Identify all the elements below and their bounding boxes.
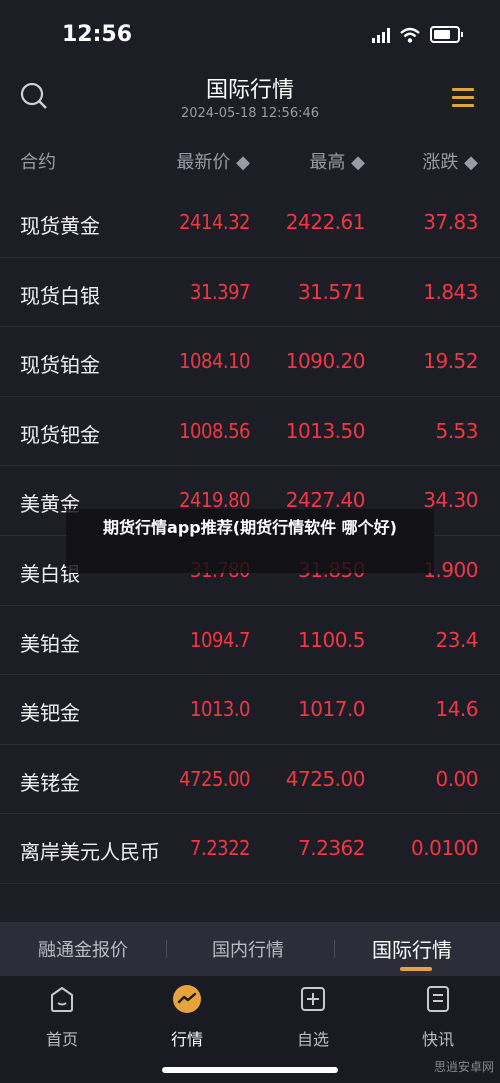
header: 国际行情 2024-05-18 12:56:46	[0, 70, 500, 130]
change-value: 0.0100	[411, 836, 478, 861]
page-title: 国际行情	[205, 78, 294, 103]
quote-row[interactable]: 美铑金 4725.00 4725.00 0.00	[0, 745, 500, 815]
news-icon	[427, 986, 449, 1012]
nav-watchlist[interactable]: 自选	[273, 984, 353, 1050]
latest-price: 1084.10	[179, 349, 250, 374]
high-price: 7.2362	[298, 836, 365, 861]
high-price: 2422.61	[285, 210, 366, 234]
column-header: 合约 最新价 ◆ 最高 ◆ 涨跌 ◆	[0, 148, 500, 174]
high-price: 31.571	[298, 279, 365, 304]
latest-price: 7.2322	[190, 836, 250, 861]
subtab-domestic[interactable]: 国内行情	[212, 936, 284, 962]
col-high-sort[interactable]: 最高 ◆	[309, 148, 365, 174]
col-price-sort[interactable]: 最新价 ◆	[176, 148, 250, 174]
home-indicator	[162, 1067, 338, 1073]
change-value: 19.52	[423, 349, 478, 374]
home-icon	[51, 987, 73, 1012]
status-time: 12:56	[62, 22, 133, 47]
nav-news-label: 快讯	[421, 1030, 454, 1049]
quote-row[interactable]: 离岸美元人民币 7.2322 7.2362 0.0100	[0, 814, 500, 884]
contract-name: 美铑金	[20, 770, 80, 795]
status-bar: 12:56	[0, 0, 500, 70]
change-value: 37.83	[423, 210, 478, 234]
quote-row[interactable]: 现货黄金 2414.32 2422.61 37.83	[0, 188, 500, 258]
trend-icon	[173, 985, 201, 1013]
quote-row[interactable]: 美钯金 1013.0 1017.0 14.6	[0, 675, 500, 745]
nav-home[interactable]: 首页	[22, 984, 102, 1050]
contract-name: 现货钯金	[20, 422, 100, 447]
latest-price: 1013.0	[190, 697, 250, 722]
subtab-divider	[166, 940, 167, 958]
status-icons	[372, 26, 463, 43]
col-change-sort[interactable]: 涨跌 ◆	[422, 148, 478, 174]
add-watchlist-icon	[301, 987, 325, 1011]
contract-name: 美钯金	[20, 701, 80, 726]
watermark: 思逍安卓网	[433, 1060, 494, 1074]
change-value: 0.00	[435, 766, 478, 791]
nav-home-label: 首页	[45, 1030, 78, 1049]
caption-text: 期货行情app推荐(期货行情软件 哪个好)	[103, 518, 397, 537]
latest-price: 2414.32	[179, 210, 250, 234]
high-price: 1013.50	[285, 418, 366, 443]
latest-price: 31.397	[190, 279, 250, 304]
subtab-divider	[334, 940, 335, 958]
change-value: 23.4	[435, 627, 478, 652]
latest-price: 1094.7	[190, 627, 250, 652]
contract-name: 离岸美元人民币	[20, 840, 160, 865]
nav-news[interactable]: 快讯	[398, 984, 478, 1050]
quote-row[interactable]: 现货白银 31.397 31.571 1.843	[0, 258, 500, 328]
quote-row[interactable]: 现货钯金 1008.56 1013.50 5.53	[0, 397, 500, 467]
nav-market[interactable]: 行情	[147, 984, 227, 1050]
change-value: 1.843	[423, 279, 478, 304]
high-price: 1017.0	[298, 697, 365, 722]
subtab-international[interactable]: 国际行情	[372, 934, 452, 963]
battery-icon	[430, 26, 463, 43]
high-price: 1100.5	[298, 627, 365, 652]
high-price: 1090.20	[285, 349, 366, 374]
subtab-rongtong-quote[interactable]: 融通金报价	[38, 936, 128, 962]
active-tab-indicator	[400, 967, 432, 971]
change-value: 14.6	[435, 697, 478, 722]
update-time: 2024-05-18 12:56:46	[180, 106, 320, 121]
contract-name: 美铂金	[20, 631, 80, 656]
high-price: 4725.00	[285, 766, 366, 791]
contract-name: 现货黄金	[20, 214, 100, 238]
col-name: 合约	[20, 152, 56, 173]
signal-icon	[372, 27, 390, 43]
menu-icon[interactable]	[452, 88, 474, 107]
latest-price: 4725.00	[179, 766, 250, 791]
nav-market-label: 行情	[170, 1030, 203, 1049]
caption-overlay: 期货行情app推荐(期货行情软件 哪个好)	[66, 509, 434, 573]
change-value: 5.53	[435, 418, 478, 443]
market-subtabs: 融通金报价 国内行情 国际行情	[0, 922, 500, 976]
quote-row[interactable]: 现货铂金 1084.10 1090.20 19.52	[0, 327, 500, 397]
quote-row[interactable]: 美铂金 1094.7 1100.5 23.4	[0, 606, 500, 676]
contract-name: 现货白银	[20, 283, 100, 308]
wifi-icon	[400, 27, 420, 43]
latest-price: 1008.56	[179, 418, 250, 443]
nav-watchlist-label: 自选	[296, 1030, 329, 1049]
contract-name: 现货铂金	[20, 353, 100, 378]
